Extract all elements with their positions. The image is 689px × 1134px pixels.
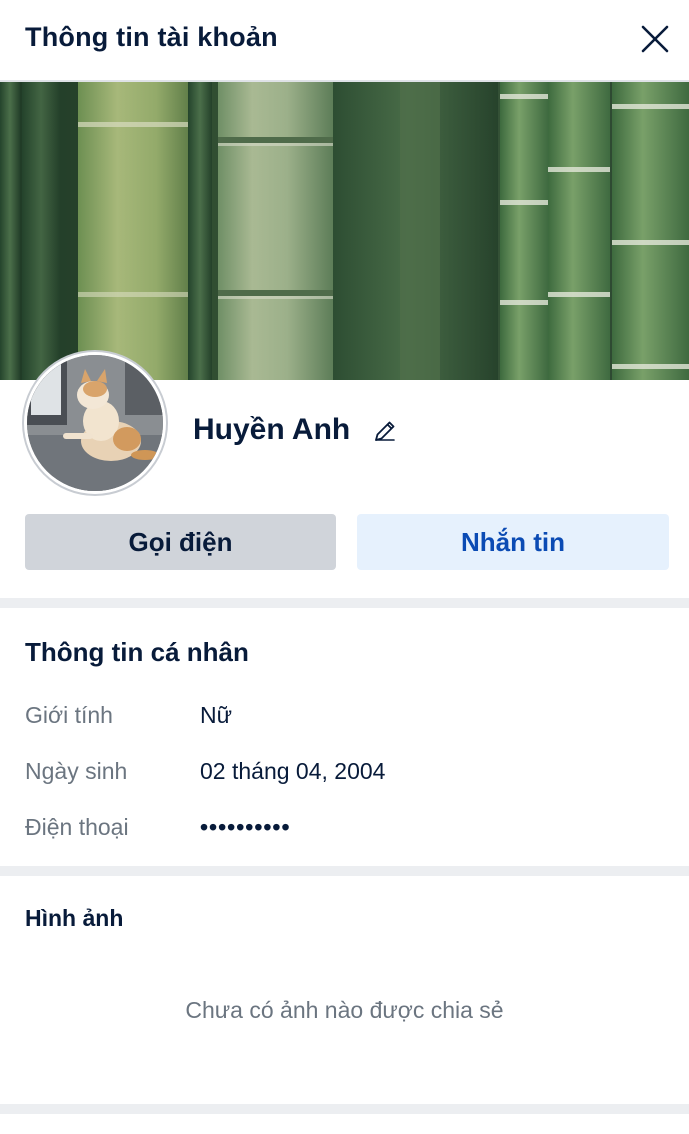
close-icon[interactable] — [634, 18, 676, 60]
section-divider — [0, 1104, 689, 1114]
page-title: Thông tin tài khoản — [25, 22, 278, 52]
phone-label: Điện thoại — [25, 814, 129, 840]
birthday-label: Ngày sinh — [25, 758, 128, 784]
gender-label: Giới tính — [25, 702, 113, 728]
message-button[interactable]: Nhắn tin — [357, 514, 669, 570]
photos-empty-message: Chưa có ảnh nào được chia sẻ — [185, 997, 504, 1023]
call-button[interactable]: Gọi điện — [25, 514, 336, 570]
section-divider — [0, 866, 689, 876]
header: Thông tin tài khoản — [0, 0, 689, 80]
birthday-value: 02 tháng 04, 2004 — [200, 758, 386, 784]
avatar[interactable] — [24, 352, 166, 494]
phone-value: •••••••••• — [200, 814, 291, 840]
gender-value: Nữ — [200, 702, 233, 728]
photos-title: Hình ảnh — [25, 905, 124, 931]
pencil-icon[interactable] — [372, 418, 398, 444]
cover-photo[interactable] — [0, 82, 689, 380]
personal-info-title: Thông tin cá nhân — [25, 637, 249, 667]
profile-name: Huyền Anh — [193, 413, 351, 446]
section-divider — [0, 598, 689, 608]
